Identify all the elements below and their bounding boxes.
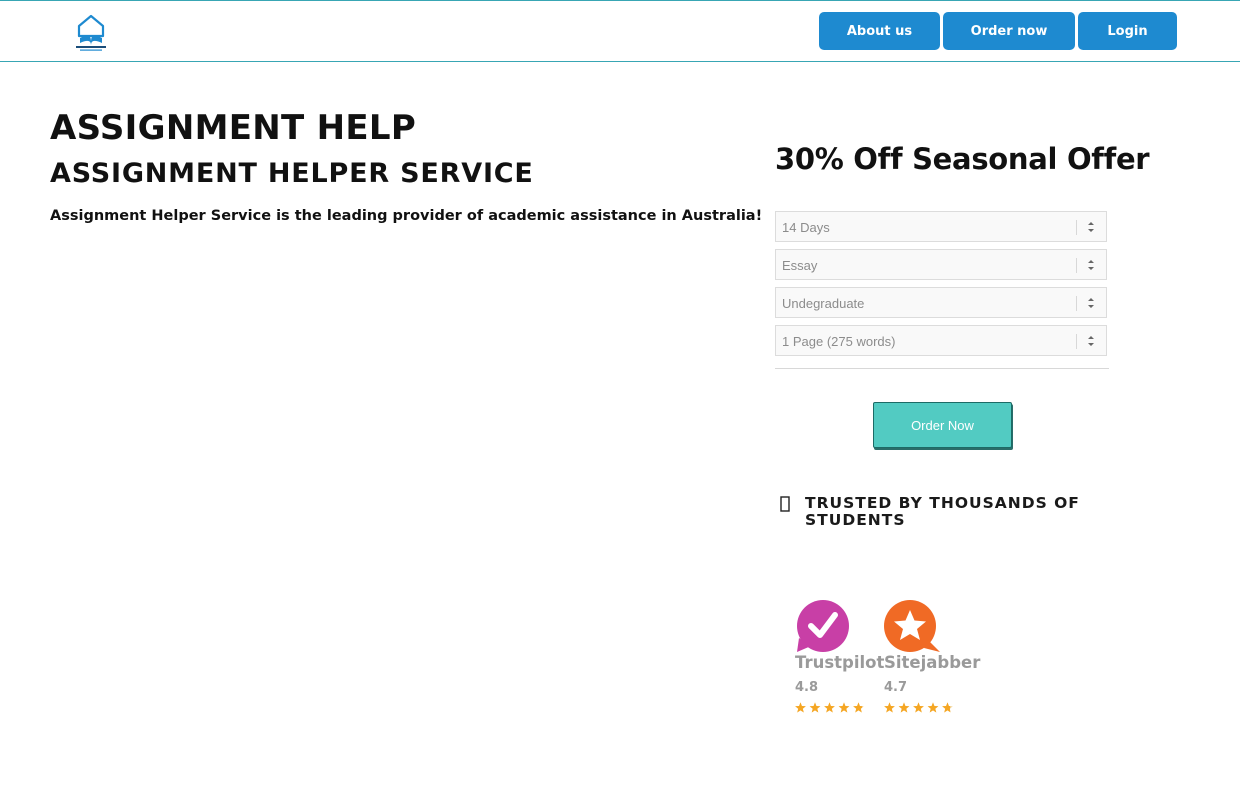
deadline-value: 14 Days <box>782 220 830 235</box>
paper-type-select[interactable]: Essay <box>775 249 1107 280</box>
pages-select[interactable]: 1 Page (275 words) <box>775 325 1107 356</box>
pages-value: 1 Page (275 words) <box>782 334 896 349</box>
offer-heading: 30% Off Seasonal Offer <box>775 142 1150 176</box>
trustpilot-score: 4.8 <box>795 680 819 695</box>
order-now-nav-button[interactable]: Order now <box>943 12 1075 50</box>
sitejabber-star-icon <box>884 600 940 652</box>
trustpilot-review-badge[interactable]: Trustpilot 4.8 <box>795 600 885 720</box>
assignment-help-logo[interactable] <box>73 14 109 52</box>
about-us-button[interactable]: About us <box>819 12 940 50</box>
academic-level-select[interactable]: Undegraduate <box>775 287 1107 318</box>
select-arrows-icon <box>1088 222 1094 232</box>
star-filled <box>809 702 821 713</box>
page-title: ASSIGNMENT HELP <box>50 108 417 148</box>
intro-text: Assignment Helper Service is the leading… <box>50 208 763 224</box>
star-filled <box>884 702 895 713</box>
select-divider <box>1076 220 1077 235</box>
select-arrows-icon <box>1088 260 1094 270</box>
thumbs-up-icon <box>780 496 790 512</box>
select-divider <box>1076 296 1077 311</box>
star-filled <box>913 702 924 713</box>
star-filled <box>824 702 835 713</box>
login-button[interactable]: Login <box>1078 12 1177 50</box>
academic-level-value: Undegraduate <box>782 296 865 311</box>
star-filled <box>898 702 910 713</box>
select-divider <box>1076 258 1077 273</box>
sitejabber-name: Sitejabber <box>884 653 981 672</box>
form-divider <box>775 368 1109 369</box>
deadline-select[interactable]: 14 Days <box>775 211 1107 242</box>
site-header: About us Order now Login <box>0 1 1240 62</box>
select-divider <box>1076 334 1077 349</box>
star-filled <box>838 702 850 713</box>
select-arrows-icon <box>1088 336 1094 346</box>
select-arrows-icon <box>1088 298 1094 308</box>
page-subtitle: ASSIGNMENT HELPER SERVICE <box>50 158 534 189</box>
star-filled <box>853 702 863 713</box>
trustpilot-stars-icon <box>795 702 864 713</box>
paper-type-value: Essay <box>782 258 818 273</box>
star-filled <box>795 702 806 713</box>
order-now-submit-button[interactable]: Order Now <box>873 402 1012 448</box>
trust-heading: TRUSTED BY THOUSANDS OF STUDENTS <box>805 494 1080 529</box>
sitejabber-stars-icon <box>884 702 953 713</box>
sitejabber-review-badge[interactable]: Sitejabber 4.7 <box>884 600 980 720</box>
star-filled <box>927 702 939 713</box>
trustpilot-checkmark-icon <box>797 600 849 652</box>
trustpilot-name: Trustpilot <box>795 653 885 672</box>
sitejabber-score: 4.7 <box>884 680 908 695</box>
